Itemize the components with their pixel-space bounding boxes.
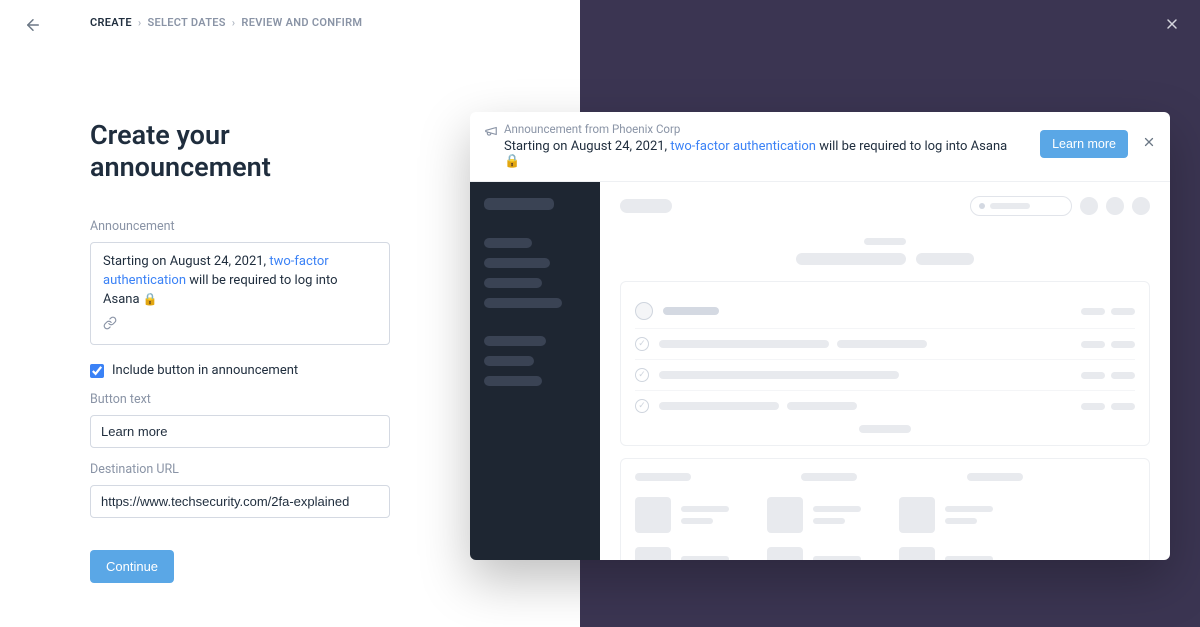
destination-url-input[interactable] <box>90 485 390 518</box>
breadcrumb: CREATE › SELECT DATES › REVIEW AND CONFI… <box>90 16 540 29</box>
avatar-placeholder <box>1080 197 1098 215</box>
continue-button[interactable]: Continue <box>90 550 174 583</box>
list-item: ✓ <box>635 390 1135 421</box>
list-card: ✓ ✓ ✓ <box>620 281 1150 446</box>
search-placeholder <box>970 196 1072 216</box>
check-circle-icon: ✓ <box>635 368 649 382</box>
button-text-input[interactable] <box>90 415 390 448</box>
destination-url-label: Destination URL <box>90 462 390 477</box>
learn-more-button[interactable]: Learn more <box>1040 130 1128 158</box>
page-title: Create your announcement <box>90 119 390 183</box>
avatar-placeholder <box>1132 197 1150 215</box>
announcement-text-prefix: Starting on August 24, 2021, <box>103 254 269 269</box>
include-button-checkbox[interactable] <box>90 364 104 378</box>
breadcrumb-step-review[interactable]: REVIEW AND CONFIRM <box>241 16 362 29</box>
list-item <box>635 294 1135 328</box>
banner-text-link[interactable]: two-factor authentication <box>670 139 816 154</box>
preview-sidebar <box>470 182 600 560</box>
include-button-label: Include button in announcement <box>112 363 298 378</box>
grid-card <box>620 458 1150 560</box>
close-icon[interactable] <box>1164 16 1180 36</box>
preview-main: ✓ ✓ ✓ <box>600 182 1170 560</box>
preview-banner: Announcement from Phoenix Corp Starting … <box>470 112 1170 182</box>
breadcrumb-step-create[interactable]: CREATE <box>90 16 132 29</box>
list-item: ✓ <box>635 359 1135 390</box>
megaphone-icon <box>484 123 498 142</box>
check-circle-icon: ✓ <box>635 337 649 351</box>
lock-icon: 🔒 <box>143 292 158 306</box>
chevron-right-icon: › <box>232 16 236 29</box>
banner-text: Starting on August 24, 2021, two-factor … <box>504 139 1024 169</box>
banner-from: Announcement from Phoenix Corp <box>504 122 1024 136</box>
list-item: ✓ <box>635 328 1135 359</box>
banner-close-icon[interactable] <box>1142 135 1156 153</box>
link-icon[interactable] <box>103 316 377 337</box>
back-arrow[interactable] <box>24 16 42 38</box>
lock-icon: 🔒 <box>504 154 520 169</box>
announcement-input[interactable]: Starting on August 24, 2021, two-factor … <box>90 242 390 345</box>
breadcrumb-step-select-dates[interactable]: SELECT DATES <box>147 16 225 29</box>
check-circle-icon: ✓ <box>635 399 649 413</box>
button-text-label: Button text <box>90 392 390 407</box>
preview-frame: Announcement from Phoenix Corp Starting … <box>470 112 1170 560</box>
avatar-icon <box>635 302 653 320</box>
avatar-placeholder <box>1106 197 1124 215</box>
chevron-right-icon: › <box>138 16 142 29</box>
announcement-label: Announcement <box>90 219 390 234</box>
placeholder-bar <box>620 199 672 213</box>
